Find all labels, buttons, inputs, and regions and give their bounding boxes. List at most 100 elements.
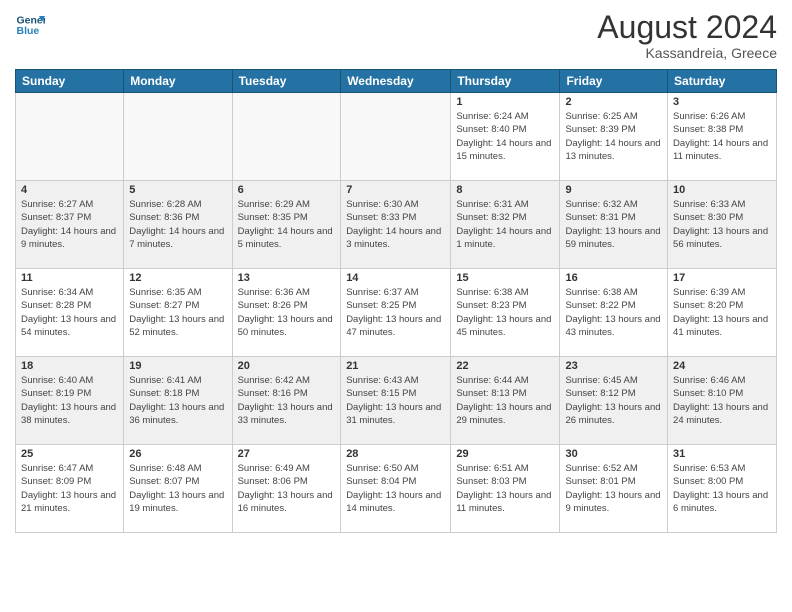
table-row: 28 Sunrise: 6:50 AMSunset: 8:04 PMDayligh… — [341, 445, 451, 533]
table-row: 4 Sunrise: 6:27 AMSunset: 8:37 PMDaylight… — [16, 181, 124, 269]
day-number: 1 — [456, 96, 554, 108]
day-number: 10 — [673, 184, 771, 196]
day-number: 28 — [346, 448, 445, 460]
title-area: August 2024 Kassandreia, Greece — [597, 10, 777, 61]
day-number: 11 — [21, 272, 118, 284]
day-info: Sunrise: 6:38 AMSunset: 8:22 PMDaylight:… — [565, 286, 662, 339]
day-number: 26 — [129, 448, 226, 460]
day-number: 21 — [346, 360, 445, 372]
table-row — [341, 93, 451, 181]
day-number: 5 — [129, 184, 226, 196]
table-row: 17Sunrise: 6:39 AMSunset: 8:20 PMDayligh… — [668, 269, 777, 357]
day-info: Sunrise: 6:37 AMSunset: 8:25 PMDaylight:… — [346, 286, 445, 339]
table-row: 9 Sunrise: 6:32 AMSunset: 8:31 PMDaylight… — [560, 181, 668, 269]
table-row — [232, 93, 341, 181]
day-number: 16 — [565, 272, 662, 284]
day-info: Sunrise: 6:53 AMSunset: 8:00 PMDaylight:… — [673, 462, 771, 515]
day-info: Sunrise: 6:49 AMSunset: 8:06 PMDaylight:… — [238, 462, 336, 515]
day-info: Sunrise: 6:42 AMSunset: 8:16 PMDaylight:… — [238, 374, 336, 427]
day-number: 20 — [238, 360, 336, 372]
day-number: 4 — [21, 184, 118, 196]
table-row: 11 Sunrise: 6:34 AMSunset: 8:28 PMDayligh… — [16, 269, 124, 357]
day-info: Sunrise: 6:38 AMSunset: 8:23 PMDaylight:… — [456, 286, 554, 339]
day-number: 15 — [456, 272, 554, 284]
table-row: 23Sunrise: 6:45 AMSunset: 8:12 PMDayligh… — [560, 357, 668, 445]
table-row: 19 Sunrise: 6:41 AMSunset: 8:18 PMDayligh… — [124, 357, 232, 445]
day-info: Sunrise: 6:28 AMSunset: 8:36 PMDaylight:… — [129, 198, 226, 251]
day-number: 6 — [238, 184, 336, 196]
day-info: Sunrise: 6:39 AMSunset: 8:20 PMDaylight:… — [673, 286, 771, 339]
svg-text:Blue: Blue — [17, 25, 40, 37]
table-row: 26Sunrise: 6:48 AMSunset: 8:07 PMDayligh… — [124, 445, 232, 533]
day-info: Sunrise: 6:34 AMSunset: 8:28 PMDaylight:… — [21, 286, 118, 339]
header-wednesday: Wednesday — [341, 70, 451, 93]
day-info: Sunrise: 6:31 AMSunset: 8:32 PMDaylight:… — [456, 198, 554, 251]
day-number: 24 — [673, 360, 771, 372]
days-header-row: Sunday Monday Tuesday Wednesday Thursday… — [16, 70, 777, 93]
table-row: 21Sunrise: 6:43 AMSunset: 8:15 PMDayligh… — [341, 357, 451, 445]
day-number: 31 — [673, 448, 771, 460]
day-info: Sunrise: 6:52 AMSunset: 8:01 PMDaylight:… — [565, 462, 662, 515]
table-row: 1 Sunrise: 6:24 AMSunset: 8:40 PMDaylight… — [451, 93, 560, 181]
table-row: 20 Sunrise: 6:42 AMSunset: 8:16 PMDayligh… — [232, 357, 341, 445]
table-row: 6 Sunrise: 6:29 AMSunset: 8:35 PMDaylight… — [232, 181, 341, 269]
table-row — [124, 93, 232, 181]
header-friday: Friday — [560, 70, 668, 93]
day-number: 14 — [346, 272, 445, 284]
day-info: Sunrise: 6:25 AMSunset: 8:39 PMDaylight:… — [565, 110, 662, 163]
day-info: Sunrise: 6:41 AMSunset: 8:18 PMDaylight:… — [129, 374, 226, 427]
day-info: Sunrise: 6:36 AMSunset: 8:26 PMDaylight:… — [238, 286, 336, 339]
table-row: 5 Sunrise: 6:28 AMSunset: 8:36 PMDaylight… — [124, 181, 232, 269]
day-info: Sunrise: 6:32 AMSunset: 8:31 PMDaylight:… — [565, 198, 662, 251]
header-sunday: Sunday — [16, 70, 124, 93]
table-row: 18Sunrise: 6:40 AMSunset: 8:19 PMDayligh… — [16, 357, 124, 445]
day-number: 19 — [129, 360, 226, 372]
month-year: August 2024 — [597, 10, 777, 45]
day-number: 13 — [238, 272, 336, 284]
day-info: Sunrise: 6:47 AMSunset: 8:09 PMDaylight:… — [21, 462, 118, 515]
day-info: Sunrise: 6:40 AMSunset: 8:19 PMDaylight:… — [21, 374, 118, 427]
day-info: Sunrise: 6:35 AMSunset: 8:27 PMDaylight:… — [129, 286, 226, 339]
day-number: 3 — [673, 96, 771, 108]
day-info: Sunrise: 6:30 AMSunset: 8:33 PMDaylight:… — [346, 198, 445, 251]
day-info: Sunrise: 6:46 AMSunset: 8:10 PMDaylight:… — [673, 374, 771, 427]
table-row: 30Sunrise: 6:52 AMSunset: 8:01 PMDayligh… — [560, 445, 668, 533]
table-row: 7 Sunrise: 6:30 AMSunset: 8:33 PMDaylight… — [341, 181, 451, 269]
day-info: Sunrise: 6:33 AMSunset: 8:30 PMDaylight:… — [673, 198, 771, 251]
table-row: 3 Sunrise: 6:26 AMSunset: 8:38 PMDaylight… — [668, 93, 777, 181]
day-info: Sunrise: 6:26 AMSunset: 8:38 PMDaylight:… — [673, 110, 771, 163]
location: Kassandreia, Greece — [597, 45, 777, 61]
header-saturday: Saturday — [668, 70, 777, 93]
day-info: Sunrise: 6:44 AMSunset: 8:13 PMDaylight:… — [456, 374, 554, 427]
day-number: 2 — [565, 96, 662, 108]
table-row: 25Sunrise: 6:47 AMSunset: 8:09 PMDayligh… — [16, 445, 124, 533]
table-row: 13 Sunrise: 6:36 AMSunset: 8:26 PMDayligh… — [232, 269, 341, 357]
table-row: 24 Sunrise: 6:46 AMSunset: 8:10 PMDayligh… — [668, 357, 777, 445]
header: General Blue August 2024 Kassandreia, Gr… — [15, 10, 777, 61]
calendar-week-row: 4 Sunrise: 6:27 AMSunset: 8:37 PMDaylight… — [16, 181, 777, 269]
day-number: 29 — [456, 448, 554, 460]
day-number: 22 — [456, 360, 554, 372]
header-tuesday: Tuesday — [232, 70, 341, 93]
day-info: Sunrise: 6:51 AMSunset: 8:03 PMDaylight:… — [456, 462, 554, 515]
page: General Blue August 2024 Kassandreia, Gr… — [0, 0, 792, 612]
day-number: 8 — [456, 184, 554, 196]
calendar-week-row: 18Sunrise: 6:40 AMSunset: 8:19 PMDayligh… — [16, 357, 777, 445]
day-number: 7 — [346, 184, 445, 196]
table-row: 22 Sunrise: 6:44 AMSunset: 8:13 PMDayligh… — [451, 357, 560, 445]
day-info: Sunrise: 6:29 AMSunset: 8:35 PMDaylight:… — [238, 198, 336, 251]
table-row: 12 Sunrise: 6:35 AMSunset: 8:27 PMDayligh… — [124, 269, 232, 357]
day-info: Sunrise: 6:45 AMSunset: 8:12 PMDaylight:… — [565, 374, 662, 427]
day-info: Sunrise: 6:24 AMSunset: 8:40 PMDaylight:… — [456, 110, 554, 163]
calendar-week-row: 11 Sunrise: 6:34 AMSunset: 8:28 PMDayligh… — [16, 269, 777, 357]
day-number: 9 — [565, 184, 662, 196]
table-row: 10 Sunrise: 6:33 AMSunset: 8:30 PMDayligh… — [668, 181, 777, 269]
day-number: 27 — [238, 448, 336, 460]
table-row — [16, 93, 124, 181]
table-row: 31 Sunrise: 6:53 AMSunset: 8:00 PMDayligh… — [668, 445, 777, 533]
day-info: Sunrise: 6:50 AMSunset: 8:04 PMDaylight:… — [346, 462, 445, 515]
day-number: 12 — [129, 272, 226, 284]
day-info: Sunrise: 6:27 AMSunset: 8:37 PMDaylight:… — [21, 198, 118, 251]
table-row: 14 Sunrise: 6:37 AMSunset: 8:25 PMDayligh… — [341, 269, 451, 357]
header-thursday: Thursday — [451, 70, 560, 93]
